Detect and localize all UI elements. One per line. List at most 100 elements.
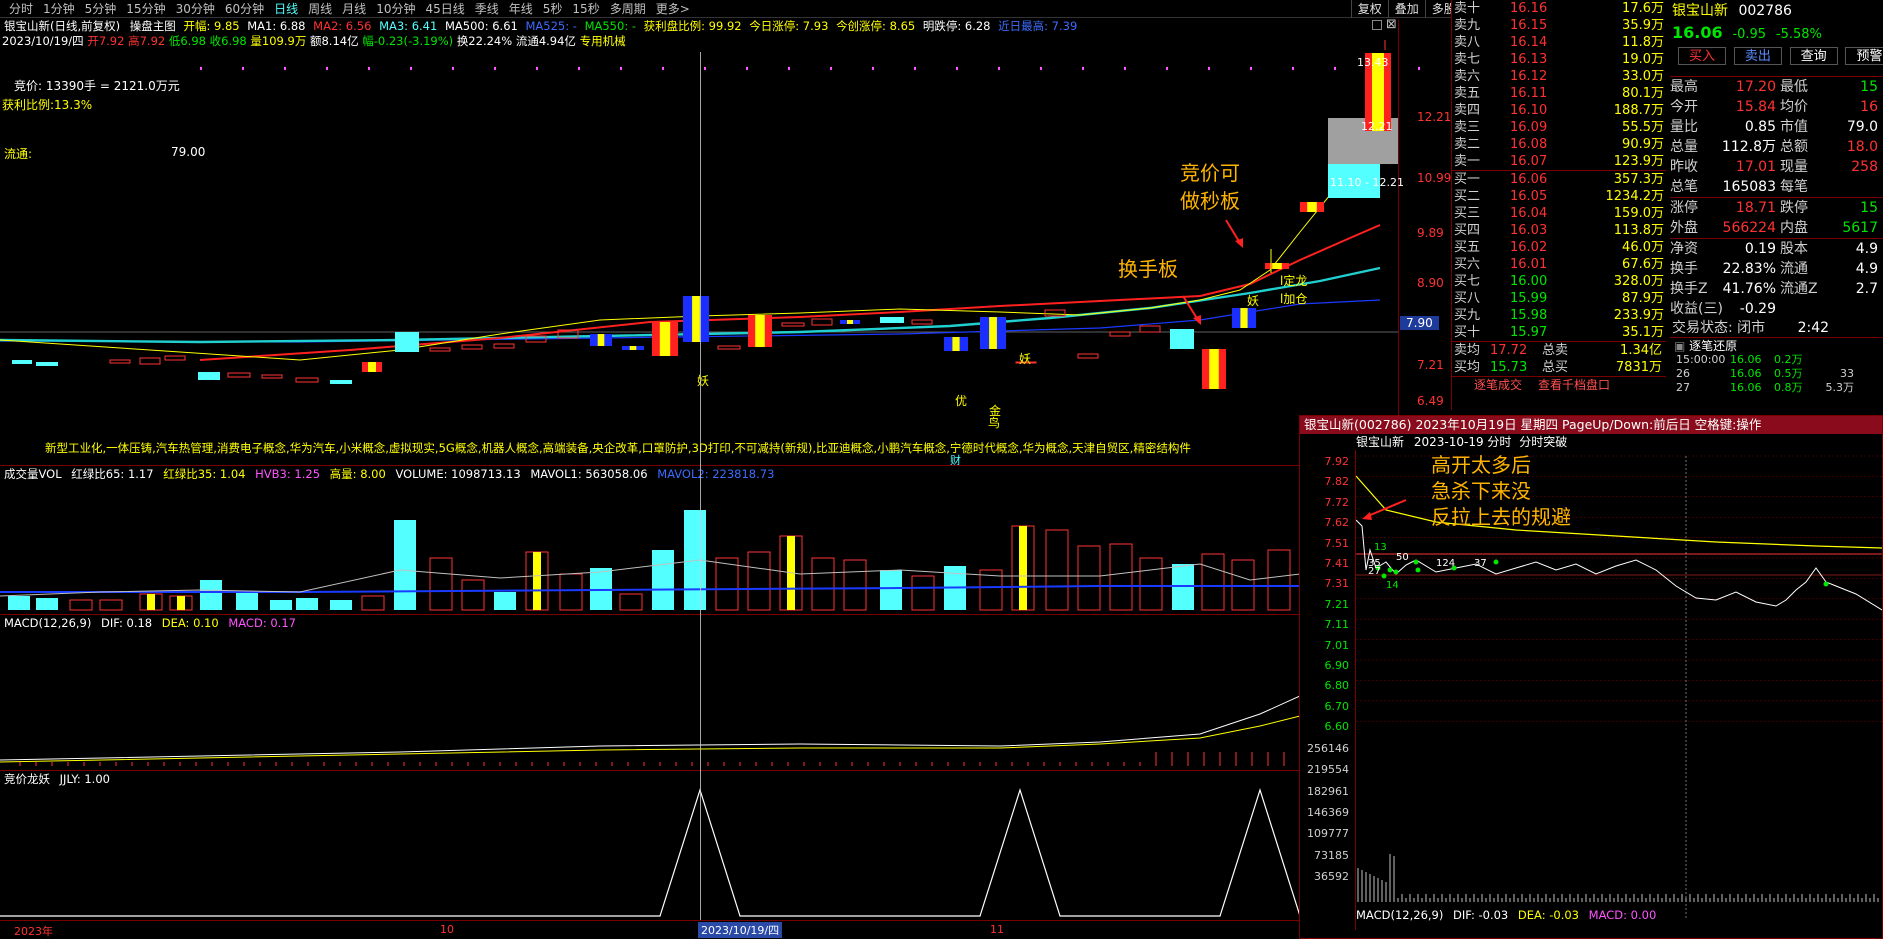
tag-yao-3: 妖 [697,374,710,388]
bid-price: 16.04 [1510,206,1548,221]
tab-depth[interactable]: 查看千档盘口 [1530,377,1618,392]
quote-key: 最低 [1780,79,1808,95]
quote-row: 昨收 17.01 现量 258 [1670,157,1883,177]
bid-volume: 328.0万 [1613,274,1664,289]
period-tab[interactable]: 年线 [504,0,538,17]
bid-row: 买七 16.00 328.0万 [1452,273,1666,290]
bid-label: 买二 [1454,189,1481,204]
tab-tick-trades[interactable]: 逐笔成交 [1452,377,1530,392]
quote-key: 流通Z [1780,281,1818,297]
popup-volume-tick: 256146 [1307,742,1349,755]
period-tab[interactable]: 多周期 [605,0,651,17]
quote-value [1824,299,1878,319]
macd-panel-border [0,614,1300,615]
period-tab[interactable]: 30分钟 [171,0,220,17]
quote-value: -0.29 [1739,301,1776,317]
popup-macd-title: MACD(12,26,9) [1356,908,1444,922]
quote-row: 总量 112.8万 总额 18.0 [1670,137,1883,157]
quote-value: 112.8万 [1721,139,1776,155]
bid-label: 买三 [1454,206,1481,221]
tick-volume: 0.5万 [1774,367,1803,380]
period-tab[interactable]: 45日线 [420,0,469,17]
stock-name: 银宝山新 [1672,3,1728,19]
popup-price-tick: 7.82 [1324,475,1350,489]
period-tab[interactable]: 分时 [4,0,38,17]
bid-row: 买八 15.99 87.9万 [1452,290,1666,307]
popup-volume-tick: 219554 [1307,763,1349,777]
period-tab[interactable]: 季线 [470,0,504,17]
sell-button[interactable]: 卖出 [1733,47,1782,65]
quote-key: 市值 [1780,119,1808,135]
period-tabs: 分时 1分钟 5分钟 15分钟 30分钟 60分钟 日线 周线 月线 10分钟 45日线 季线 年线 5秒… [0,0,695,17]
popup-annotation: 高开太多后 急杀下来没 反拉上去的规避 [1431,452,1571,530]
quote-value [1824,177,1878,197]
ask-label: 卖六 [1454,69,1481,84]
volume-chart[interactable] [0,480,1300,613]
tick-price: 16.06 [1730,353,1762,366]
period-tab[interactable]: 日线 [269,0,303,17]
quote-value: 79.0 [1846,119,1878,135]
quote-limits: 涨停 18.71 跌停 15 外盘 566224 内盘 5617 [1670,197,1883,238]
quote-value: 41.76% [1722,281,1776,297]
popup-price-tick: 6.80 [1324,679,1350,693]
ask-row: 卖五 16.11 80.1万 [1452,85,1666,102]
price-tick: 10.99 [1417,171,1452,185]
quote-key: 最高 [1670,79,1698,95]
current-price-tag: 7.90 [1400,316,1439,330]
buy-button[interactable]: 买入 [1678,47,1726,65]
bid-row: 买三 16.04 159.0万 [1452,205,1666,222]
period-tab[interactable]: 60分钟 [220,0,269,17]
bid-price: 16.06 [1510,172,1548,187]
crosshair-line [700,52,701,920]
tick-count-label: 124 [1436,558,1455,569]
quote-value: 17.20 [1735,79,1776,95]
volume-panel-border [0,465,1300,466]
price-axis: 12.21 10.99 9.89 8.90 7.90 7.21 6.49 [1398,20,1452,460]
quote-row: 今开 15.84 均价 16 [1670,97,1883,117]
alert-button[interactable]: 预警 [1845,47,1883,65]
popup-title-bar[interactable]: 银宝山新(002786) 2023年10月19日 星期四 PageUp/Down… [1300,416,1882,434]
checkbox-icon[interactable]: ▣ [1674,339,1685,353]
intraday-popup[interactable]: 银宝山新(002786) 2023年10月19日 星期四 PageUp/Down… [1299,415,1883,939]
orderbook-tabs: 逐笔成交 查看千档盘口 [1452,376,1666,392]
query-button[interactable]: 查询 [1789,47,1838,65]
quote-value: 22.83% [1722,261,1776,277]
popup-annotation-line: 高开太多后 [1431,453,1531,477]
quote-key: 换手Z [1670,281,1708,297]
price-tick: 12.21 [1417,110,1452,124]
period-tab[interactable]: 更多> [651,0,695,17]
period-tab[interactable]: 5分钟 [80,0,122,17]
ask-price: 16.10 [1510,103,1548,118]
period-tab[interactable]: 5秒 [538,0,568,17]
price-tick: 6.49 [1417,394,1444,408]
quote-value: 2.7 [1855,281,1878,297]
period-tab[interactable]: 10分钟 [371,0,420,17]
candlestick-chart[interactable] [0,20,1450,460]
jjly-chart[interactable] [0,786,1300,921]
quote-fundamentals: 净资 0.19 股本 4.9 换手 22.83% 流通 4.9 换手Z 41.76% 流通Z 2.7 收… [1670,238,1883,319]
period-tab[interactable]: 周线 [303,0,337,17]
toolbar-button[interactable]: 叠加 [1387,0,1425,18]
ask-label: 卖九 [1454,18,1481,33]
bid-row: 买四 16.03 113.8万 [1452,222,1666,239]
bid-volume: 159.0万 [1613,206,1664,221]
period-tab[interactable]: 1分钟 [38,0,80,17]
ask-price: 16.14 [1510,35,1548,50]
quote-row: 最高 17.20 最低 15 [1670,77,1883,97]
macd-chart[interactable] [0,630,1300,770]
tick-count-label: 13 [1374,542,1387,553]
quote-row: 换手Z 41.76% 流通Z 2.7 [1670,279,1883,299]
box-label: 12.21 [1361,120,1393,133]
bid-label: 买四 [1454,223,1481,238]
ask-price: 16.13 [1510,52,1548,67]
period-tab[interactable]: 15秒 [567,0,604,17]
tick-price: 16.06 [1730,381,1762,394]
tag-you: 优 [955,394,968,408]
toolbar-button[interactable]: 复权 [1350,0,1388,18]
period-tab[interactable]: 月线 [337,0,371,17]
bid-volume: 233.9万 [1613,308,1664,323]
popup-dif: DIF: -0.03 [1453,908,1509,922]
period-tab[interactable]: 15分钟 [121,0,170,17]
bid-avg: 15.73 [1490,360,1528,375]
tick-row: 26 16.06 0.5万 33 [1670,367,1883,381]
